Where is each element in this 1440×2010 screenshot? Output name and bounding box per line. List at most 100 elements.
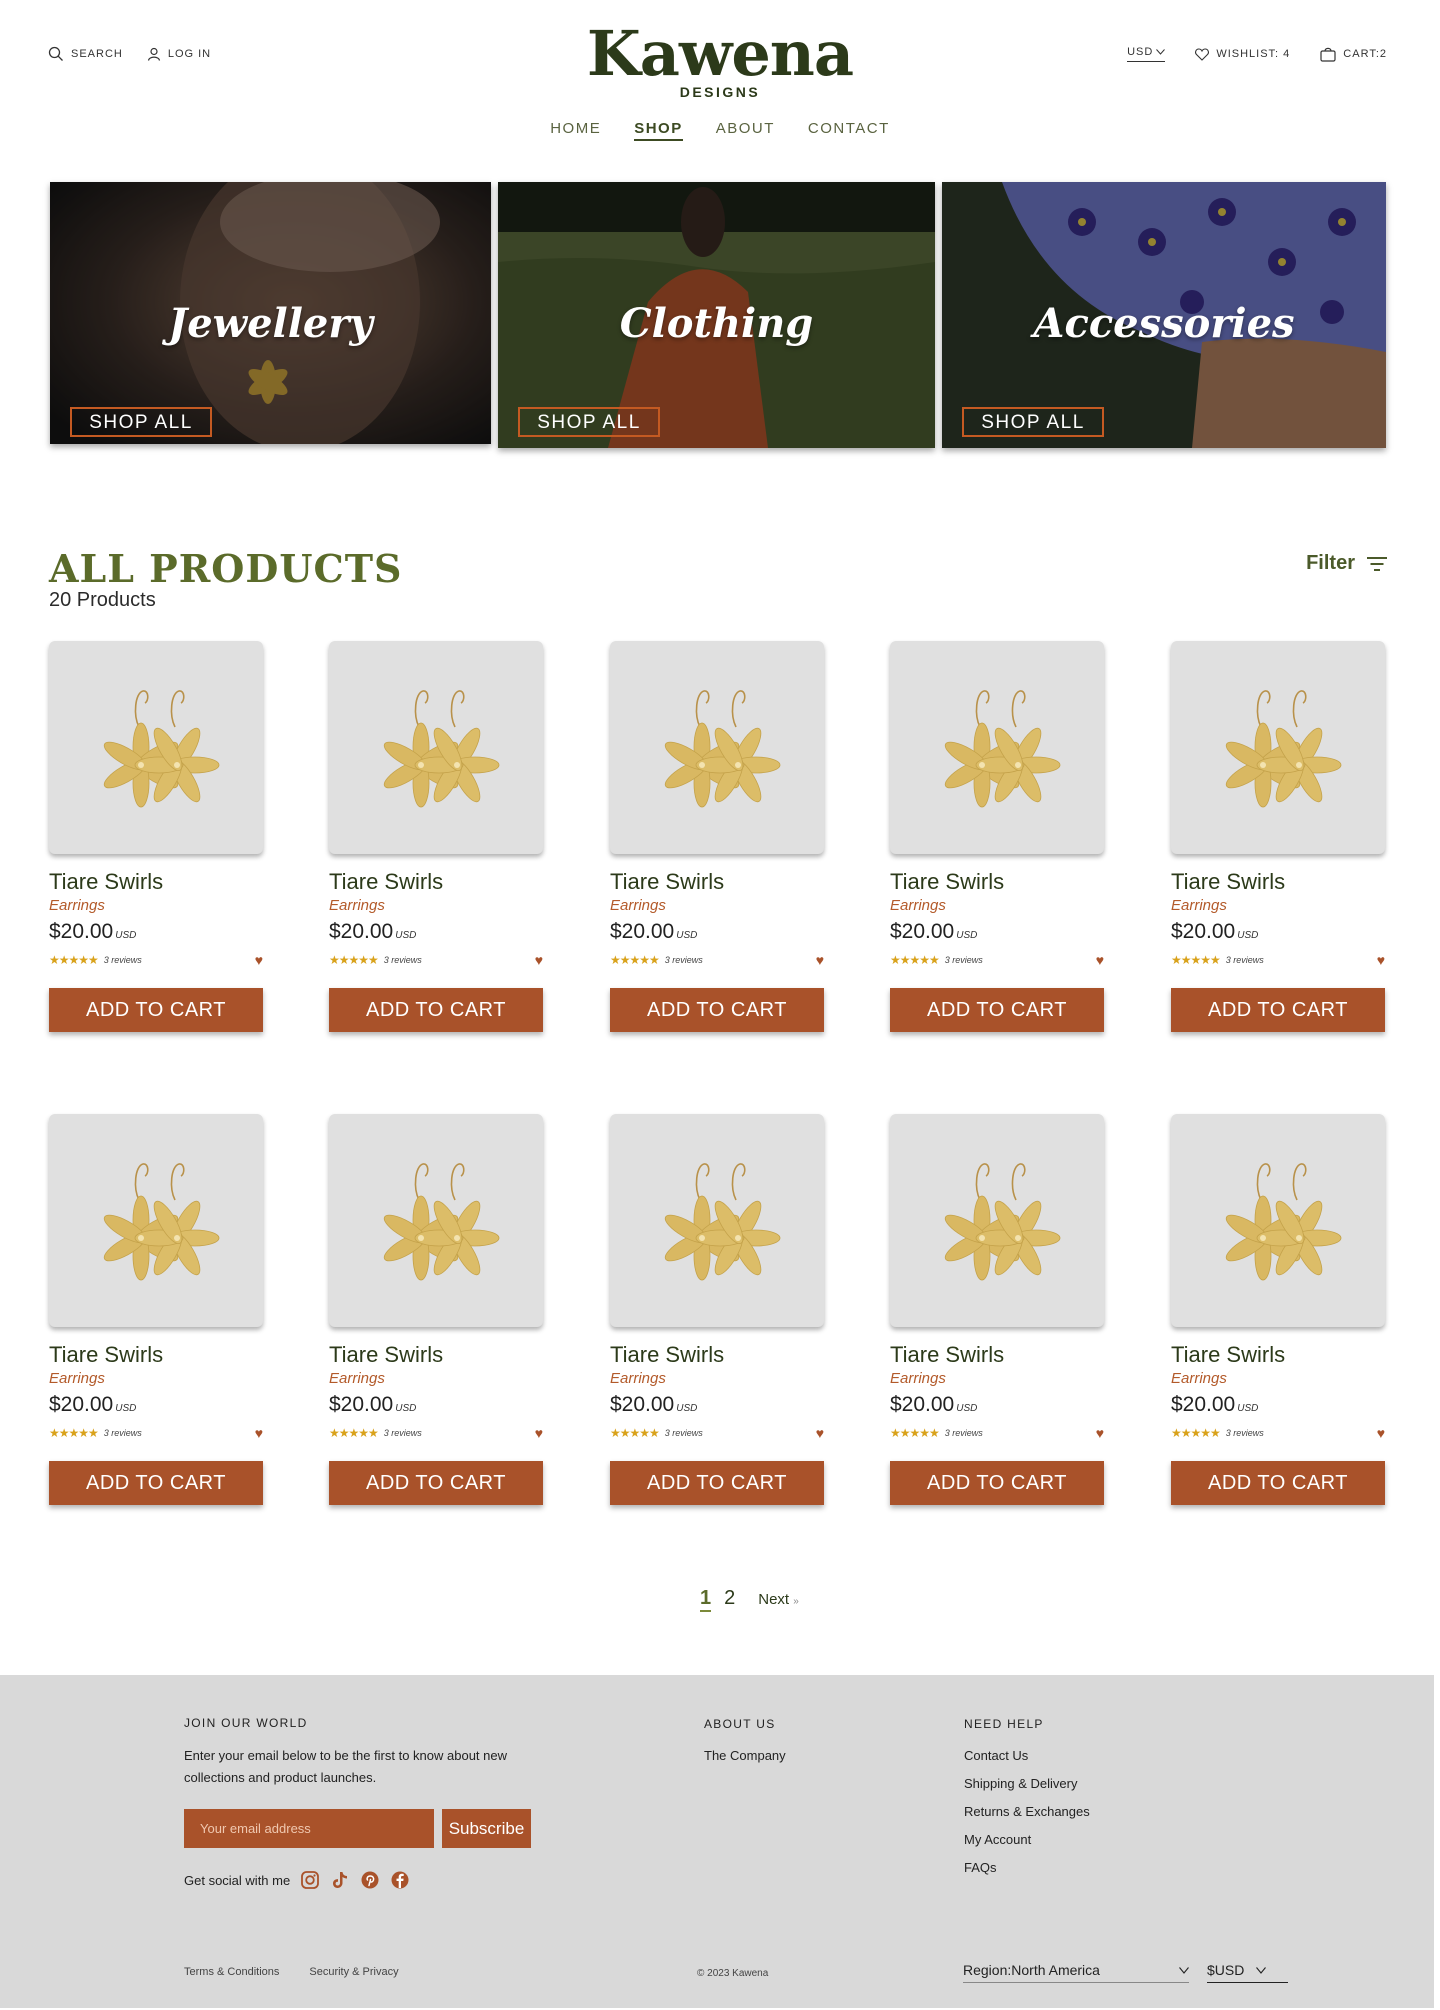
- product-image[interactable]: [329, 641, 543, 854]
- add-to-cart-button[interactable]: ADD TO CART: [329, 1461, 543, 1505]
- facebook-icon[interactable]: [390, 1870, 410, 1890]
- product-rating: ★★★★★ 3 reviews ♥: [329, 952, 543, 968]
- add-to-cart-button[interactable]: ADD TO CART: [329, 988, 543, 1032]
- product-name[interactable]: Tiare Swirls: [329, 1342, 543, 1368]
- review-count[interactable]: 3 reviews: [104, 1428, 142, 1438]
- product-image[interactable]: [49, 1114, 263, 1327]
- add-to-cart-button[interactable]: ADD TO CART: [1171, 1461, 1385, 1505]
- terms-link[interactable]: Terms & Conditions: [184, 1966, 279, 1978]
- product-rating: ★★★★★ 3 reviews ♥: [610, 1425, 824, 1441]
- footer-link-returns[interactable]: Returns & Exchanges: [964, 1804, 1090, 1819]
- earring-image: [383, 690, 500, 808]
- add-to-cart-button[interactable]: ADD TO CART: [610, 1461, 824, 1505]
- filter-button[interactable]: Filter: [1306, 552, 1387, 575]
- privacy-link[interactable]: Security & Privacy: [309, 1966, 398, 1978]
- footer-link-contact-us[interactable]: Contact Us: [964, 1748, 1090, 1763]
- product-image[interactable]: [610, 641, 824, 854]
- product-card[interactable]: Tiare Swirls Earrings $20.00 USD ★★★★★ 3 revi…: [329, 641, 543, 1032]
- product-name[interactable]: Tiare Swirls: [49, 1342, 263, 1368]
- wishlist-heart-icon[interactable]: ♥: [255, 1425, 263, 1441]
- product-name[interactable]: Tiare Swirls: [610, 869, 824, 895]
- wishlist-heart-icon[interactable]: ♥: [535, 952, 543, 968]
- wishlist-heart-icon[interactable]: ♥: [1096, 952, 1104, 968]
- review-count[interactable]: 3 reviews: [1226, 1428, 1264, 1438]
- product-card[interactable]: Tiare Swirls Earrings $20.00 USD ★★★★★ 3 revi…: [610, 1114, 824, 1505]
- earring-image: [103, 1163, 220, 1281]
- wishlist-heart-icon[interactable]: ♥: [1377, 952, 1385, 968]
- wishlist-heart-icon[interactable]: ♥: [816, 952, 824, 968]
- review-count[interactable]: 3 reviews: [384, 1428, 422, 1438]
- category-banner-clothing[interactable]: Clothing SHOP ALL: [498, 182, 935, 448]
- footer-link-shipping[interactable]: Shipping & Delivery: [964, 1776, 1090, 1791]
- product-card[interactable]: Tiare Swirls Earrings $20.00 USD ★★★★★ 3 revi…: [890, 1114, 1104, 1505]
- nav-item-home[interactable]: HOME: [550, 120, 601, 141]
- product-card[interactable]: Tiare Swirls Earrings $20.00 USD ★★★★★ 3 revi…: [49, 1114, 263, 1505]
- email-field[interactable]: [184, 1809, 434, 1848]
- product-name[interactable]: Tiare Swirls: [329, 869, 543, 895]
- product-card[interactable]: Tiare Swirls Earrings $20.00 USD ★★★★★ 3 revi…: [610, 641, 824, 1032]
- review-count[interactable]: 3 reviews: [665, 1428, 703, 1438]
- product-image[interactable]: [610, 1114, 824, 1327]
- add-to-cart-button[interactable]: ADD TO CART: [610, 988, 824, 1032]
- product-card[interactable]: Tiare Swirls Earrings $20.00 USD ★★★★★ 3 revi…: [890, 641, 1104, 1032]
- shop-all-accessories-button[interactable]: SHOP ALL: [962, 407, 1104, 437]
- wishlist-button[interactable]: WISHLIST: 4: [1195, 47, 1290, 61]
- product-card[interactable]: Tiare Swirls Earrings $20.00 USD ★★★★★ 3 revi…: [49, 641, 263, 1032]
- footer-currency-selector[interactable]: $USD: [1207, 1962, 1288, 1983]
- review-count[interactable]: 3 reviews: [945, 1428, 983, 1438]
- product-image[interactable]: [1171, 641, 1385, 854]
- product-name[interactable]: Tiare Swirls: [610, 1342, 824, 1368]
- add-to-cart-button[interactable]: ADD TO CART: [1171, 988, 1385, 1032]
- nav-item-contact[interactable]: CONTACT: [808, 120, 890, 141]
- product-image[interactable]: [49, 641, 263, 854]
- pinterest-icon[interactable]: [360, 1870, 380, 1890]
- shop-all-jewellery-button[interactable]: SHOP ALL: [70, 407, 212, 437]
- add-to-cart-button[interactable]: ADD TO CART: [890, 1461, 1104, 1505]
- product-image[interactable]: [1171, 1114, 1385, 1327]
- next-page-link[interactable]: Next »: [758, 1591, 799, 1608]
- review-count[interactable]: 3 reviews: [1226, 955, 1264, 965]
- cart-button[interactable]: CART:2: [1320, 47, 1387, 62]
- nav-item-about[interactable]: ABOUT: [716, 120, 775, 141]
- page-2-link[interactable]: 2: [724, 1587, 735, 1610]
- product-card[interactable]: Tiare Swirls Earrings $20.00 USD ★★★★★ 3 revi…: [1171, 641, 1385, 1032]
- category-banner-jewellery[interactable]: Jewellery SHOP ALL: [50, 182, 491, 444]
- product-card[interactable]: Tiare Swirls Earrings $20.00 USD ★★★★★ 3 revi…: [329, 1114, 543, 1505]
- review-count[interactable]: 3 reviews: [384, 955, 422, 965]
- add-to-cart-button[interactable]: ADD TO CART: [49, 988, 263, 1032]
- currency-selector[interactable]: USD: [1127, 46, 1166, 62]
- filter-label: Filter: [1306, 552, 1355, 574]
- wishlist-heart-icon[interactable]: ♥: [255, 952, 263, 968]
- product-card[interactable]: Tiare Swirls Earrings $20.00 USD ★★★★★ 3 revi…: [1171, 1114, 1385, 1505]
- star-icons: ★★★★★: [329, 953, 379, 967]
- review-count[interactable]: 3 reviews: [665, 955, 703, 965]
- product-name[interactable]: Tiare Swirls: [1171, 1342, 1385, 1368]
- review-count[interactable]: 3 reviews: [945, 955, 983, 965]
- wishlist-heart-icon[interactable]: ♥: [1096, 1425, 1104, 1441]
- wishlist-heart-icon[interactable]: ♥: [535, 1425, 543, 1441]
- product-name[interactable]: Tiare Swirls: [890, 869, 1104, 895]
- add-to-cart-button[interactable]: ADD TO CART: [890, 988, 1104, 1032]
- add-to-cart-button[interactable]: ADD TO CART: [49, 1461, 263, 1505]
- shop-all-clothing-button[interactable]: SHOP ALL: [518, 407, 660, 437]
- instagram-icon[interactable]: [300, 1870, 320, 1890]
- product-image[interactable]: [890, 641, 1104, 854]
- region-selector[interactable]: Region:North America: [963, 1962, 1189, 1983]
- category-banner-accessories[interactable]: Accessories SHOP ALL: [942, 182, 1386, 448]
- product-name[interactable]: Tiare Swirls: [890, 1342, 1104, 1368]
- footer-link-my-account[interactable]: My Account: [964, 1832, 1090, 1847]
- footer-link-faqs[interactable]: FAQs: [964, 1860, 1090, 1875]
- product-image[interactable]: [329, 1114, 543, 1327]
- subscribe-button[interactable]: Subscribe: [442, 1809, 531, 1848]
- wishlist-heart-icon[interactable]: ♥: [816, 1425, 824, 1441]
- about-links: The Company: [704, 1748, 786, 1763]
- review-count[interactable]: 3 reviews: [104, 955, 142, 965]
- product-name[interactable]: Tiare Swirls: [49, 869, 263, 895]
- nav-item-shop[interactable]: SHOP: [634, 120, 683, 141]
- tiktok-icon[interactable]: [330, 1870, 350, 1890]
- footer-link-the-company[interactable]: The Company: [704, 1748, 786, 1763]
- product-image[interactable]: [890, 1114, 1104, 1327]
- wishlist-heart-icon[interactable]: ♥: [1377, 1425, 1385, 1441]
- product-name[interactable]: Tiare Swirls: [1171, 869, 1385, 895]
- page-1-link[interactable]: 1: [700, 1587, 712, 1612]
